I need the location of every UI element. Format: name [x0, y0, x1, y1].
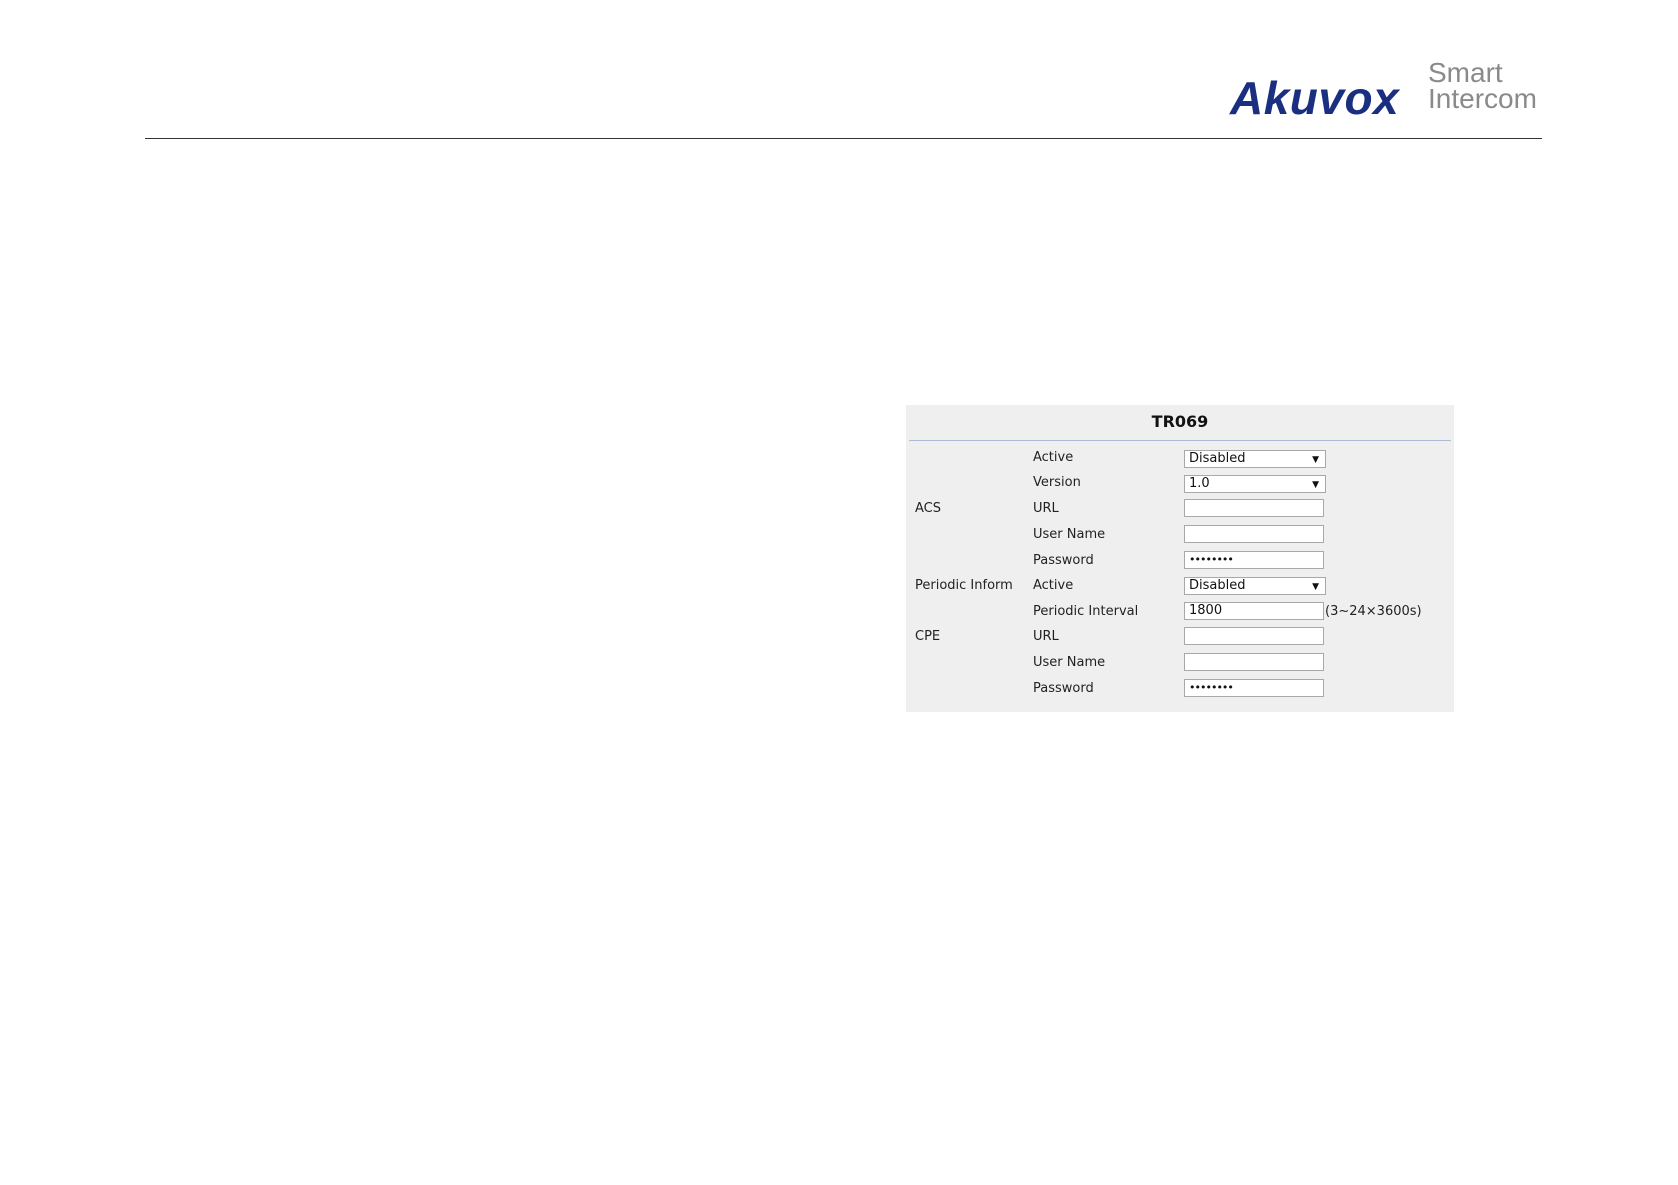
header-divider — [145, 138, 1542, 139]
logo-brand: Akuvox — [1230, 72, 1400, 124]
panel-title: TR069 — [1151, 412, 1209, 431]
periodic-active-label: Active — [1033, 578, 1074, 593]
chevron-down-icon: ▼ — [1312, 480, 1319, 490]
logo-tagline-line2: Intercom — [1428, 83, 1537, 114]
periodic-active-select[interactable]: Disabled ▼ — [1184, 577, 1326, 595]
section-cpe: CPE — [915, 629, 941, 644]
periodic-interval-label: Periodic Interval — [1033, 604, 1139, 619]
acs-url-input[interactable] — [1184, 499, 1324, 517]
logo-tagline: Smart Intercom — [1428, 59, 1537, 114]
periodic-active-value: Disabled — [1189, 578, 1246, 593]
acs-username-label: User Name — [1033, 527, 1106, 542]
chevron-down-icon: ▼ — [1312, 455, 1319, 465]
section-periodic-inform: Periodic Inform — [915, 578, 1013, 593]
periodic-interval-hint: (3~24×3600s) — [1325, 604, 1422, 619]
cpe-username-input[interactable] — [1184, 653, 1324, 671]
panel-divider — [909, 440, 1451, 441]
acs-password-input[interactable]: •••••••• — [1184, 551, 1324, 569]
acs-url-label: URL — [1033, 501, 1059, 516]
akuvox-logo: Akuvox Smart Intercom — [1230, 59, 1542, 124]
acs-active-value: Disabled — [1189, 451, 1246, 466]
acs-version-select[interactable]: 1.0 ▼ — [1184, 475, 1326, 493]
acs-version-label: Version — [1033, 475, 1081, 490]
cpe-url-input[interactable] — [1184, 627, 1324, 645]
cpe-password-label: Password — [1033, 681, 1094, 696]
acs-version-value: 1.0 — [1189, 476, 1210, 491]
periodic-interval-input[interactable]: 1800 — [1184, 602, 1324, 620]
acs-password-label: Password — [1033, 553, 1094, 568]
cpe-username-label: User Name — [1033, 655, 1106, 670]
section-acs: ACS — [915, 501, 941, 516]
cpe-url-label: URL — [1033, 629, 1059, 644]
acs-active-label: Active — [1033, 450, 1074, 465]
acs-active-select[interactable]: Disabled ▼ — [1184, 450, 1326, 468]
chevron-down-icon: ▼ — [1312, 582, 1319, 592]
tr069-panel: TR069 Active Disabled ▼ Version 1.0 ▼ AC… — [906, 405, 1454, 712]
acs-username-input[interactable] — [1184, 525, 1324, 543]
cpe-password-input[interactable]: •••••••• — [1184, 679, 1324, 697]
